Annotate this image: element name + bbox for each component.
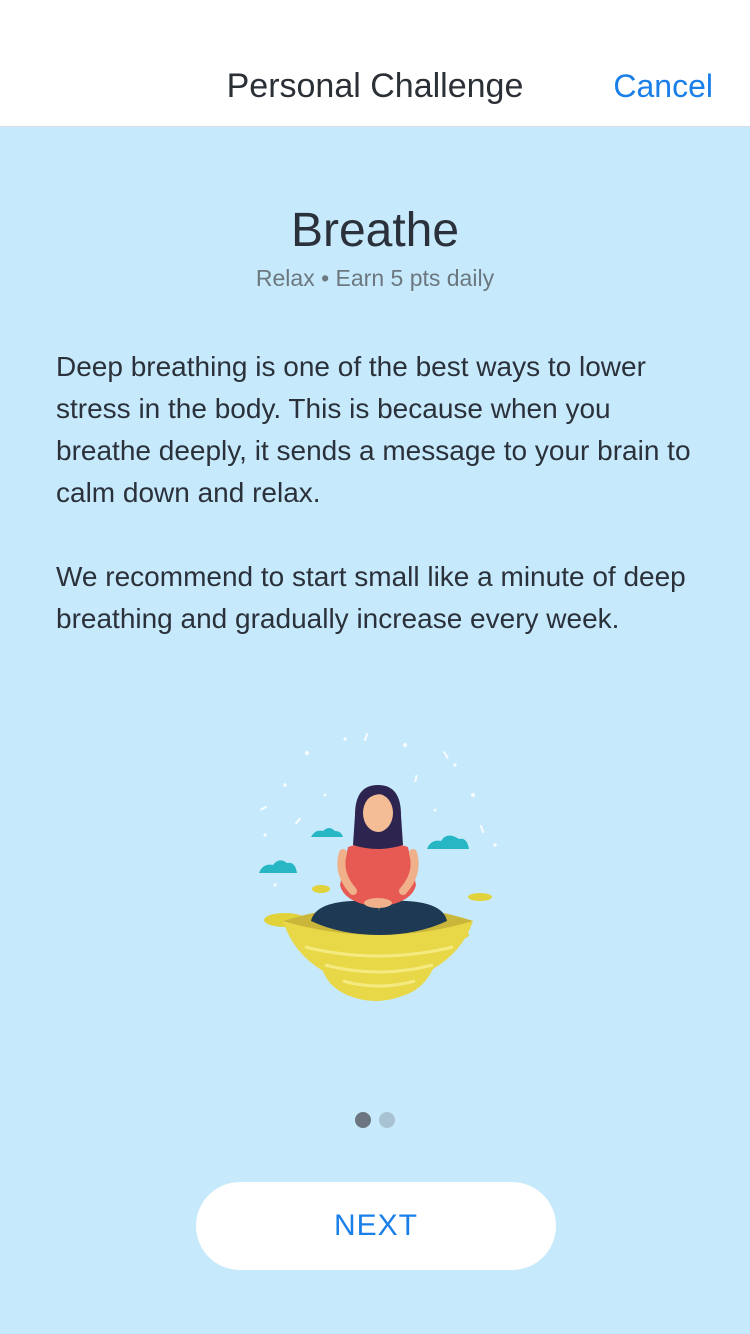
description-paragraph: Deep breathing is one of the best ways t…	[56, 351, 691, 508]
challenge-screen: Personal Challenge Cancel Breathe Relax …	[0, 0, 750, 1334]
next-button[interactable]: NEXT	[196, 1182, 556, 1270]
challenge-subtitle: Relax • Earn 5 pts daily	[255, 265, 495, 291]
page-indicator	[0, 1112, 750, 1128]
recommendation-paragraph: We recommend to start small like a minut…	[56, 561, 686, 634]
navigation-bar: Personal Challenge Cancel	[0, 0, 750, 127]
meditating-woman	[311, 785, 447, 935]
cancel-button[interactable]: Cancel	[613, 64, 713, 108]
meditation-illustration	[259, 732, 497, 1001]
page-dot-active	[355, 1112, 371, 1128]
page-dot-inactive	[379, 1112, 395, 1128]
challenge-title: Breathe	[290, 204, 460, 257]
